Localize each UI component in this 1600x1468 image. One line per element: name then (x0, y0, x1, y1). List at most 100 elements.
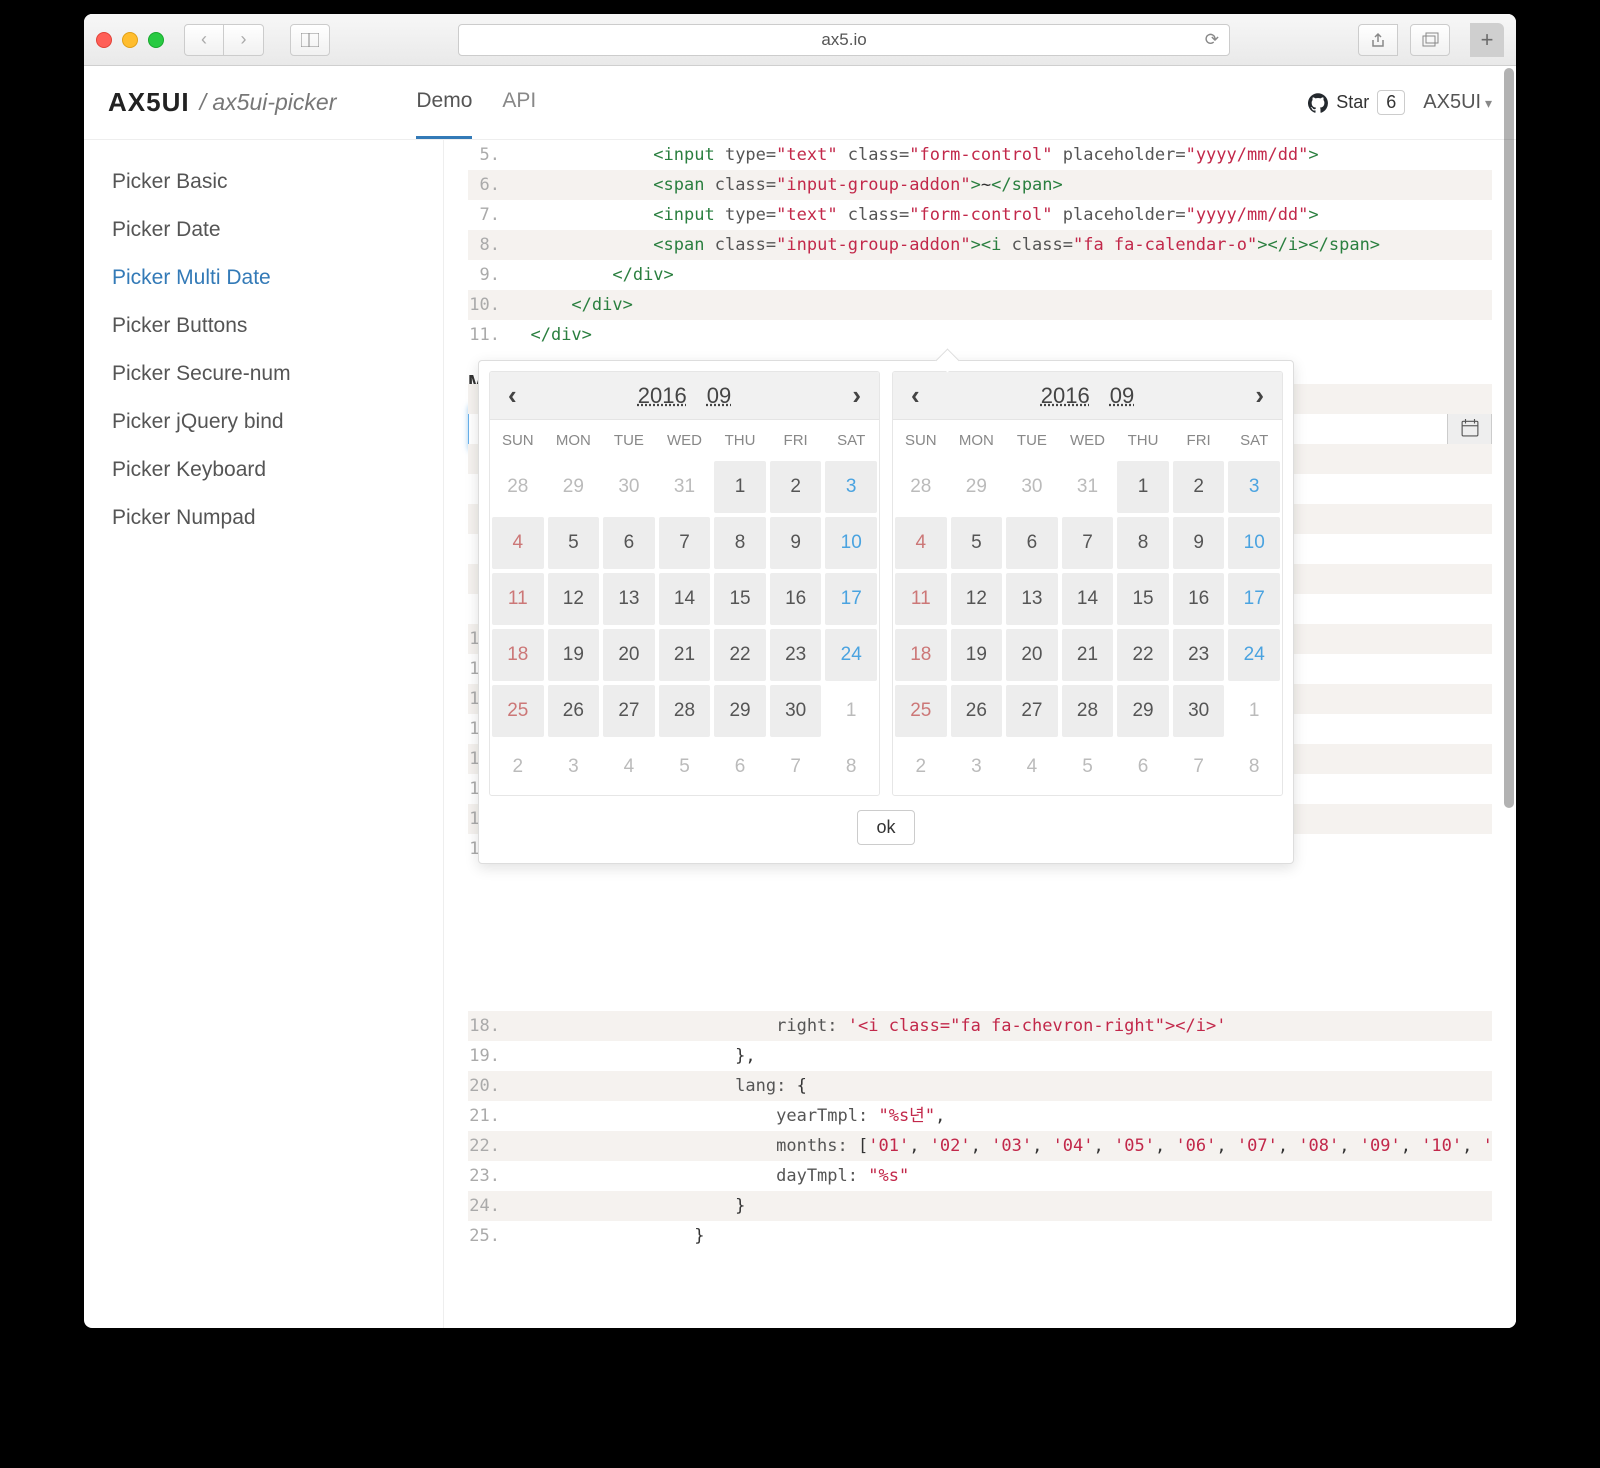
calendar-day[interactable]: 8 (1117, 517, 1169, 569)
prev-month-icon[interactable]: ‹ (500, 380, 525, 411)
calendar-day[interactable]: 6 (714, 741, 766, 793)
calendar-day[interactable]: 17 (825, 573, 877, 625)
calendar-day[interactable]: 10 (825, 517, 877, 569)
calendar-day[interactable]: 16 (770, 573, 822, 625)
calendar-day[interactable]: 8 (1228, 741, 1280, 793)
brand-dropdown[interactable]: AX5UI (1423, 91, 1492, 114)
calendar-day[interactable]: 24 (825, 629, 877, 681)
calendar-day[interactable]: 2 (770, 461, 822, 513)
close-window-icon[interactable] (96, 32, 112, 48)
calendar-day[interactable]: 11 (895, 573, 947, 625)
calendar-day[interactable]: 24 (1228, 629, 1280, 681)
calendar-day[interactable]: 7 (1173, 741, 1225, 793)
sidebar-item[interactable]: Picker Basic (84, 158, 443, 206)
calendar-day[interactable]: 30 (603, 461, 655, 513)
calendar-day[interactable]: 1 (825, 685, 877, 737)
calendar-day[interactable]: 17 (1228, 573, 1280, 625)
calendar-day[interactable]: 28 (895, 461, 947, 513)
calendar-day[interactable]: 20 (1006, 629, 1058, 681)
sidebar-item[interactable]: Picker Secure-num (84, 350, 443, 398)
minimize-window-icon[interactable] (122, 32, 138, 48)
calendar-day[interactable]: 25 (895, 685, 947, 737)
calendar-day[interactable]: 25 (492, 685, 544, 737)
calendar-day[interactable]: 9 (1173, 517, 1225, 569)
calendar-day[interactable]: 8 (714, 517, 766, 569)
calendar-day[interactable]: 26 (548, 685, 600, 737)
calendar-day[interactable]: 11 (492, 573, 544, 625)
calendar-day[interactable]: 28 (659, 685, 711, 737)
sidebar-item[interactable]: Picker Buttons (84, 302, 443, 350)
calendar-day[interactable]: 26 (951, 685, 1003, 737)
calendar-day[interactable]: 22 (1117, 629, 1169, 681)
calendar-day[interactable]: 28 (492, 461, 544, 513)
sidebar-item[interactable]: Picker Keyboard (84, 446, 443, 494)
calendar-year[interactable]: 2016 (1041, 383, 1090, 409)
calendar-day[interactable]: 8 (825, 741, 877, 793)
calendar-day[interactable]: 12 (951, 573, 1003, 625)
back-button[interactable]: ‹ (184, 24, 224, 56)
calendar-day[interactable]: 3 (825, 461, 877, 513)
calendar-day[interactable]: 23 (770, 629, 822, 681)
calendar-day[interactable]: 9 (770, 517, 822, 569)
scrollbar-thumb[interactable] (1504, 68, 1514, 808)
calendar-day[interactable]: 5 (1062, 741, 1114, 793)
calendar-day[interactable]: 29 (1117, 685, 1169, 737)
calendar-day[interactable]: 3 (1228, 461, 1280, 513)
calendar-day[interactable]: 27 (1006, 685, 1058, 737)
tab-api[interactable]: API (502, 66, 536, 139)
calendar-day[interactable]: 14 (659, 573, 711, 625)
calendar-day[interactable]: 6 (603, 517, 655, 569)
calendar-day[interactable]: 1 (714, 461, 766, 513)
sidebar-item[interactable]: Picker Numpad (84, 494, 443, 542)
next-month-icon[interactable]: › (844, 380, 869, 411)
share-button[interactable] (1358, 24, 1398, 56)
calendar-day[interactable]: 14 (1062, 573, 1114, 625)
tabs-button[interactable] (290, 24, 330, 56)
calendar-day[interactable]: 7 (1062, 517, 1114, 569)
maximize-window-icon[interactable] (148, 32, 164, 48)
new-tab-button[interactable]: + (1470, 23, 1504, 57)
calendar-day[interactable]: 21 (1062, 629, 1114, 681)
calendar-day[interactable]: 7 (770, 741, 822, 793)
logo[interactable]: AX5UI (108, 87, 190, 118)
calendar-ok-button[interactable]: ok (857, 810, 914, 845)
calendar-day[interactable]: 21 (659, 629, 711, 681)
calendar-day[interactable]: 4 (603, 741, 655, 793)
url-bar[interactable]: ax5.io ⟳ (458, 24, 1230, 56)
calendar-day[interactable]: 4 (1006, 741, 1058, 793)
calendar-day[interactable]: 19 (548, 629, 600, 681)
sidebar-item[interactable]: Picker Multi Date (84, 254, 443, 302)
next-month-icon[interactable]: › (1247, 380, 1272, 411)
calendar-day[interactable]: 29 (548, 461, 600, 513)
calendar-day[interactable]: 23 (1173, 629, 1225, 681)
reload-icon[interactable]: ⟳ (1205, 30, 1219, 50)
calendar-day[interactable]: 7 (659, 517, 711, 569)
calendar-month[interactable]: 09 (707, 383, 731, 409)
calendar-day[interactable]: 15 (714, 573, 766, 625)
sidebar-item[interactable]: Picker Date (84, 206, 443, 254)
calendar-day[interactable]: 4 (895, 517, 947, 569)
calendar-day[interactable]: 3 (548, 741, 600, 793)
tab-demo[interactable]: Demo (416, 66, 472, 139)
calendar-day[interactable]: 15 (1117, 573, 1169, 625)
calendar-day[interactable]: 10 (1228, 517, 1280, 569)
calendar-month[interactable]: 09 (1110, 383, 1134, 409)
calendar-year[interactable]: 2016 (638, 383, 687, 409)
calendar-day[interactable]: 5 (659, 741, 711, 793)
calendar-day[interactable]: 20 (603, 629, 655, 681)
calendar-day[interactable]: 29 (951, 461, 1003, 513)
calendar-day[interactable]: 22 (714, 629, 766, 681)
scrollbar[interactable] (1504, 68, 1514, 1322)
calendar-day[interactable]: 2 (1173, 461, 1225, 513)
calendar-day[interactable]: 2 (492, 741, 544, 793)
calendar-day[interactable]: 4 (492, 517, 544, 569)
calendar-day[interactable]: 19 (951, 629, 1003, 681)
calendar-day[interactable]: 1 (1228, 685, 1280, 737)
show-tabs-button[interactable] (1410, 24, 1450, 56)
calendar-day[interactable]: 2 (895, 741, 947, 793)
calendar-day[interactable]: 6 (1117, 741, 1169, 793)
github-star[interactable]: Star 6 (1308, 90, 1405, 115)
calendar-day[interactable]: 13 (1006, 573, 1058, 625)
calendar-day[interactable]: 18 (895, 629, 947, 681)
calendar-day[interactable]: 31 (1062, 461, 1114, 513)
